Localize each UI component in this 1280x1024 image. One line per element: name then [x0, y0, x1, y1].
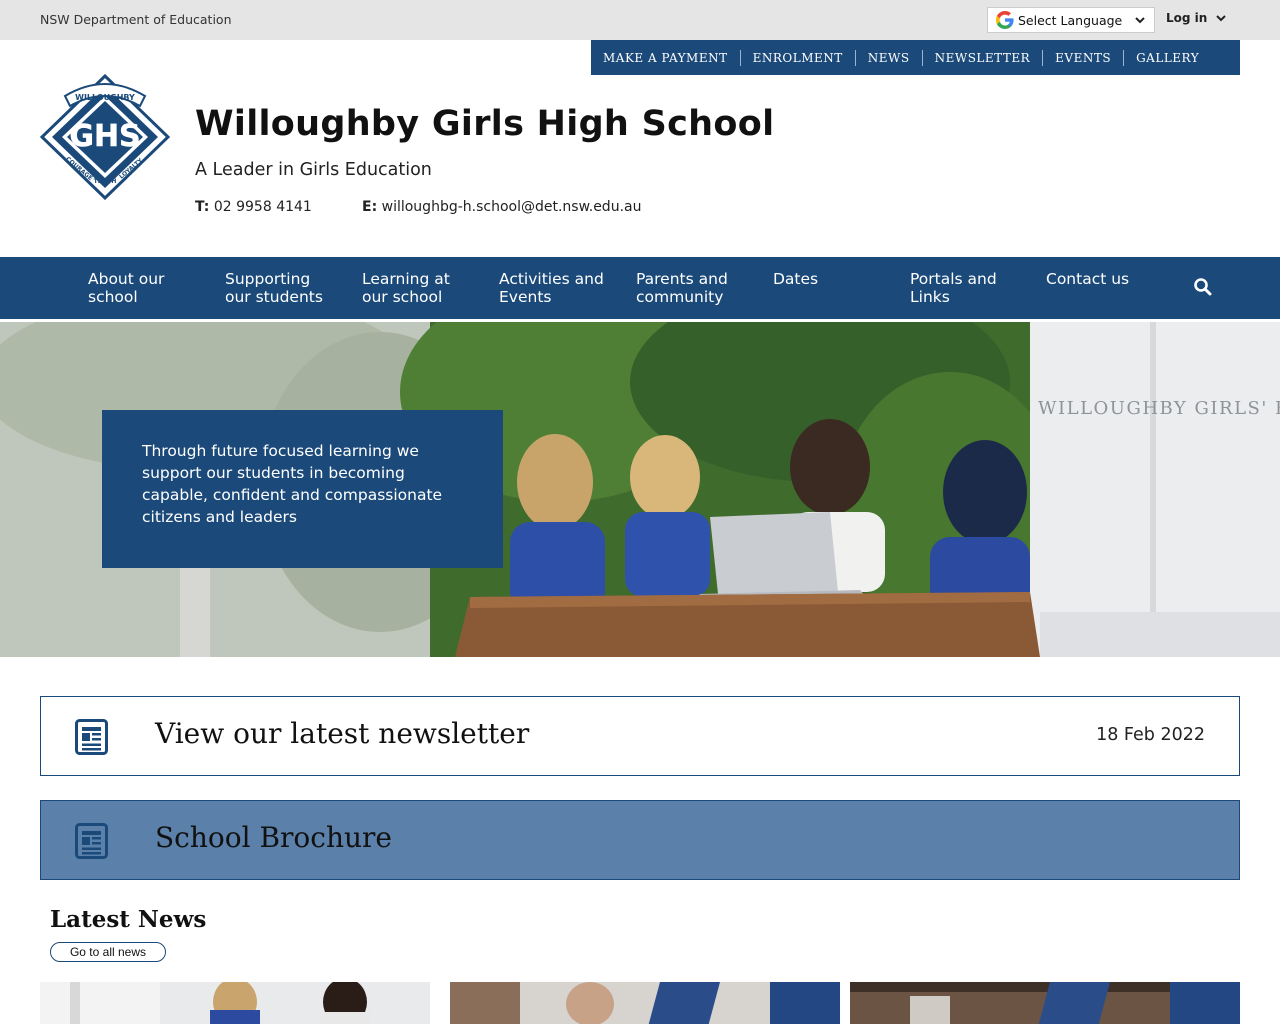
crest-initials: GHS [69, 119, 140, 154]
email-label: E: [362, 199, 378, 215]
nav-label-line: Links [910, 288, 950, 306]
school-crest-logo[interactable]: WILLOUGHBY GHS COURAGE LOYALTY TRUTH [40, 74, 170, 200]
nav-parents-and-community[interactable]: Parents and community [636, 270, 766, 306]
nav-label-line: Supporting [225, 270, 311, 288]
nav-label-line: our school [362, 288, 443, 306]
crest-bottom-text: TRUTH [94, 178, 117, 185]
quick-link-newsletter[interactable]: NEWSLETTER [921, 49, 1043, 66]
google-icon [996, 11, 1014, 29]
quick-link-news[interactable]: NEWS [854, 49, 922, 66]
nav-activities-and-events[interactable]: Activities and Events [499, 270, 629, 306]
nav-supporting-our-students[interactable]: Supporting our students [225, 270, 355, 306]
nav-contact-us[interactable]: Contact us [1046, 270, 1176, 288]
utility-bar: NSW Department of Education Select Langu… [0, 0, 1280, 40]
search-icon[interactable] [1193, 277, 1213, 297]
language-select[interactable]: Select Language [987, 7, 1155, 33]
brochure-icon [75, 823, 108, 859]
crest-top-text: WILLOUGHBY [75, 93, 135, 102]
newsletter-icon [75, 719, 108, 755]
all-news-button[interactable]: Go to all news [50, 942, 166, 962]
nav-dates[interactable]: Dates [773, 270, 903, 288]
quick-link-make-a-payment[interactable]: MAKE A PAYMENT [603, 50, 740, 66]
phone-number: 02 9958 4141 [213, 199, 312, 215]
school-brochure-link[interactable]: School Brochure [40, 800, 1240, 880]
nav-label-line: Events [499, 288, 552, 306]
newsletter-title: View our latest newsletter [155, 717, 530, 750]
chevron-down-icon [1135, 17, 1145, 24]
nav-learning-at-our-school[interactable]: Learning at our school [362, 270, 492, 306]
news-card[interactable] [450, 982, 840, 1024]
nav-label-line: Parents and [636, 270, 728, 288]
main-navigation: About our school Supporting our students L… [0, 257, 1280, 319]
news-card-image [40, 982, 430, 1024]
school-name[interactable]: Willoughby Girls High School [195, 104, 774, 144]
latest-newsletter-link[interactable]: View our latest newsletter 18 Feb 2022 [40, 696, 1240, 776]
hero-banner: WILLOUGHBY GIRLS' H Through future focus… [0, 322, 1280, 657]
login-label: Log in [1166, 11, 1208, 25]
quick-link-enrolment[interactable]: ENROLMENT [739, 49, 855, 66]
email-contact[interactable]: E: willoughbg-h.school@det.nsw.edu.au [362, 199, 641, 215]
news-card[interactable] [40, 982, 430, 1024]
building-sign-text: WILLOUGHBY GIRLS' H [1038, 398, 1280, 419]
login-dropdown[interactable]: Log in [1166, 11, 1227, 25]
nav-label-line: Contact us [1046, 270, 1130, 288]
nav-label-line: our students [225, 288, 323, 306]
hero-message: Through future focused learning we suppo… [142, 442, 443, 526]
nav-label-line: Portals and [910, 270, 997, 288]
school-tagline: A Leader in Girls Education [195, 160, 432, 180]
news-card[interactable] [850, 982, 1240, 1024]
nav-about-our-school[interactable]: About our school [88, 270, 218, 306]
department-link[interactable]: NSW Department of Education [40, 12, 232, 27]
quick-link-gallery[interactable]: GALLERY [1123, 49, 1211, 66]
nav-label-line: school [88, 288, 138, 306]
news-card-image [850, 982, 1240, 1024]
nav-label-line: Activities and [499, 270, 604, 288]
phone-contact[interactable]: T: 02 9958 4141 [195, 199, 312, 215]
nav-portals-and-links[interactable]: Portals and Links [910, 270, 1040, 306]
brochure-title: School Brochure [155, 821, 392, 854]
newsletter-date: 18 Feb 2022 [1096, 725, 1205, 745]
nav-label-line: Learning at [362, 270, 450, 288]
nav-label-line: community [636, 288, 724, 306]
news-card-image [450, 982, 840, 1024]
hero-message-panel: Through future focused learning we suppo… [102, 410, 503, 568]
nav-label-line: About our [88, 270, 165, 288]
latest-news-heading: Latest News [50, 906, 207, 933]
chevron-down-icon [1216, 15, 1227, 22]
quick-link-events[interactable]: EVENTS [1042, 49, 1123, 66]
nav-label-line: Dates [773, 270, 819, 288]
phone-label: T: [195, 199, 210, 215]
quick-links: MAKE A PAYMENT ENROLMENT NEWS NEWSLETTER… [591, 40, 1240, 75]
language-select-label: Select Language [1018, 12, 1123, 28]
email-address: willoughbg-h.school@det.nsw.edu.au [381, 199, 642, 215]
